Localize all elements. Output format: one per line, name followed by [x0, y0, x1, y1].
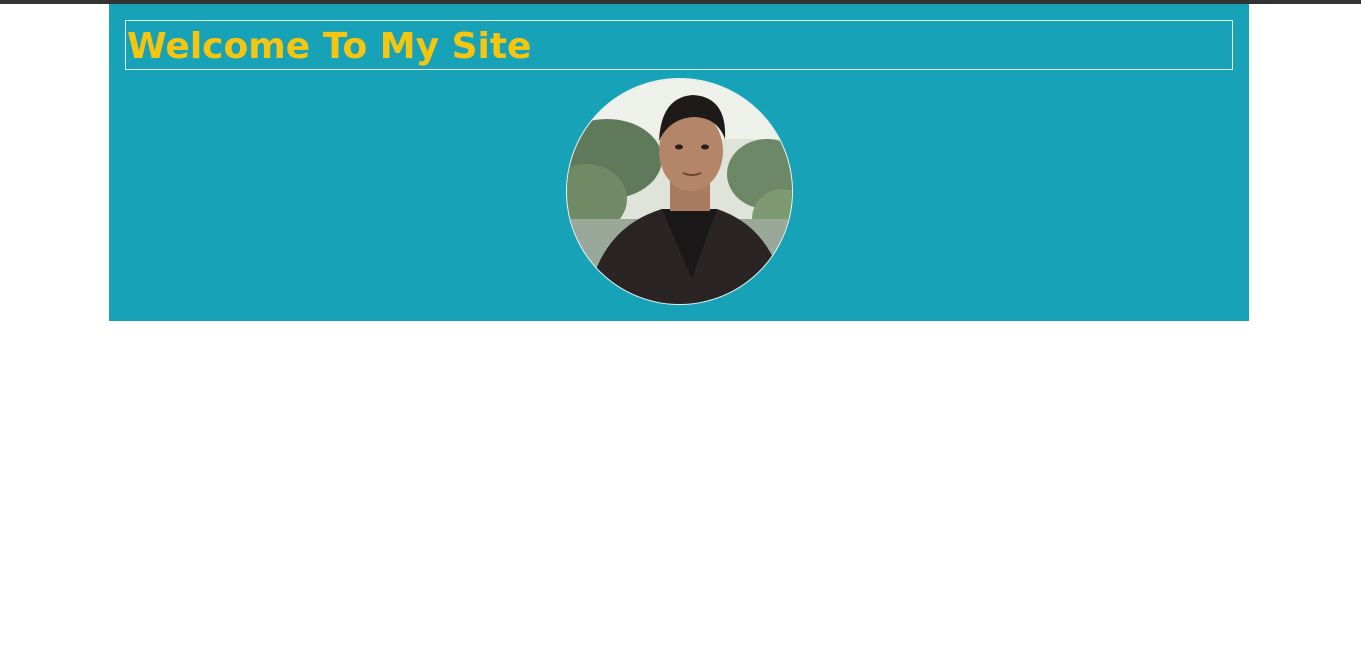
header-panel: Welcome To My Site [109, 4, 1249, 321]
page-title: Welcome To My Site [127, 26, 532, 67]
profile-avatar [566, 78, 793, 305]
profile-photo-icon [567, 79, 792, 304]
title-box: Welcome To My Site [125, 20, 1233, 70]
